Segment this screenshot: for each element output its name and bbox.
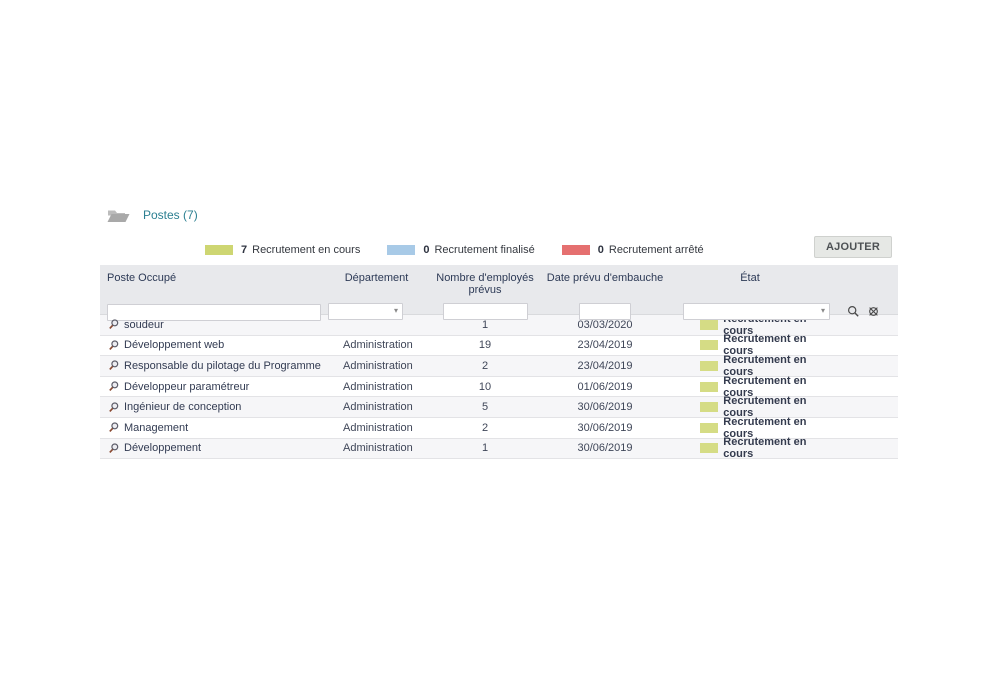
legend-count: 7 [241,244,247,256]
legend-label: Recrutement arrêté [609,244,704,256]
date-cell: 03/03/2020 [545,319,665,331]
nombre-cell: 5 [425,401,545,413]
col-header-poste: Poste Occupé [100,272,328,296]
departement-cell: Administration [328,360,425,372]
position-key-icon [108,443,119,454]
nombre-cell: 1 [425,319,545,331]
poste-name-link[interactable]: soudeur [124,319,164,331]
departement-cell: Administration [328,381,425,393]
status-swatch [700,340,718,350]
departement-cell: Administration [328,422,425,434]
poste-cell: soudeur [100,319,328,331]
legend: 7 Recrutement en cours 0 Recrutement fin… [205,244,704,256]
status-swatch [700,443,718,453]
filter-row: ▾ ▾ [100,302,898,321]
poste-cell: Développeur paramétreur [100,381,328,393]
poste-name-link[interactable]: Responsable du pilotage du Programme [124,360,321,372]
date-cell: 01/06/2019 [545,381,665,393]
legend-swatch-blue [387,245,415,255]
position-key-icon [108,402,119,413]
departement-cell: Administration [328,442,425,454]
folder-icon [107,208,130,223]
poste-cell: Responsable du pilotage du Programme [100,360,328,372]
ajouter-button[interactable]: AJOUTER [814,236,892,258]
legend-item-en-cours: 7 Recrutement en cours [205,244,360,256]
poste-name-link[interactable]: Management [124,422,188,434]
poste-name-link[interactable]: Ingénieur de conception [124,401,241,413]
legend-bar: 7 Recrutement en cours 0 Recrutement fin… [100,239,898,261]
position-key-icon [108,360,119,371]
legend-count: 0 [423,244,429,256]
clear-search-icon[interactable] [867,305,880,318]
date-cell: 30/06/2019 [545,422,665,434]
legend-label: Recrutement finalisé [434,244,534,256]
col-header-date: Date prévu d'embauche [545,272,665,296]
departement-cell: Administration [328,339,425,351]
legend-item-arrete: 0 Recrutement arrêté [562,244,704,256]
status-swatch [700,402,718,412]
col-header-etat: État [665,272,835,296]
table-header: Poste Occupé Département Nombre d'employ… [100,265,898,315]
table-row[interactable]: Développement Administration 1 30/06/201… [100,439,898,460]
poste-name-link[interactable]: Développement [124,442,201,454]
departement-cell: Administration [328,401,425,413]
postes-page: Postes (7) 7 Recrutement en cours 0 Recr… [100,206,898,459]
status-swatch [700,382,718,392]
legend-swatch-red [562,245,590,255]
nombre-cell: 2 [425,422,545,434]
poste-cell: Ingénieur de conception [100,401,328,413]
position-key-icon [108,319,119,330]
etat-cell: Recrutement en cours [665,436,835,460]
legend-label: Recrutement en cours [252,244,360,256]
nombre-cell: 10 [425,381,545,393]
date-cell: 23/04/2019 [545,339,665,351]
status-swatch [700,320,718,330]
table-body: soudeur 1 03/03/2020 Recrutement en cour… [100,315,898,459]
filter-nombre-input[interactable] [443,303,528,320]
legend-item-finalise: 0 Recrutement finalisé [387,244,534,256]
position-key-icon [108,422,119,433]
status-swatch [700,423,718,433]
nombre-cell: 2 [425,360,545,372]
page-header: Postes (7) [100,206,898,224]
date-cell: 23/04/2019 [545,360,665,372]
position-key-icon [108,381,119,392]
status-label: Recrutement en cours [723,436,835,460]
date-cell: 30/06/2019 [545,401,665,413]
filter-date-input[interactable] [579,303,631,320]
page-title: Postes (7) [143,208,198,222]
nombre-cell: 19 [425,339,545,351]
legend-swatch-green [205,245,233,255]
filter-departement-select[interactable]: ▾ [328,303,403,320]
chevron-down-icon: ▾ [394,307,398,315]
status-swatch [700,361,718,371]
chevron-down-icon: ▾ [821,307,825,315]
poste-cell: Développement web [100,339,328,351]
position-key-icon [108,340,119,351]
col-header-departement: Département [328,272,425,296]
poste-name-link[interactable]: Développeur paramétreur [124,381,249,393]
legend-count: 0 [598,244,604,256]
poste-cell: Développement [100,442,328,454]
nombre-cell: 1 [425,442,545,454]
column-headers: Poste Occupé Département Nombre d'employ… [100,265,898,296]
col-header-nombre: Nombre d'employés prévus [425,272,545,296]
search-icon[interactable] [847,305,860,318]
date-cell: 30/06/2019 [545,442,665,454]
filter-etat-select[interactable]: ▾ [683,303,830,320]
poste-cell: Management [100,422,328,434]
poste-name-link[interactable]: Développement web [124,339,224,351]
